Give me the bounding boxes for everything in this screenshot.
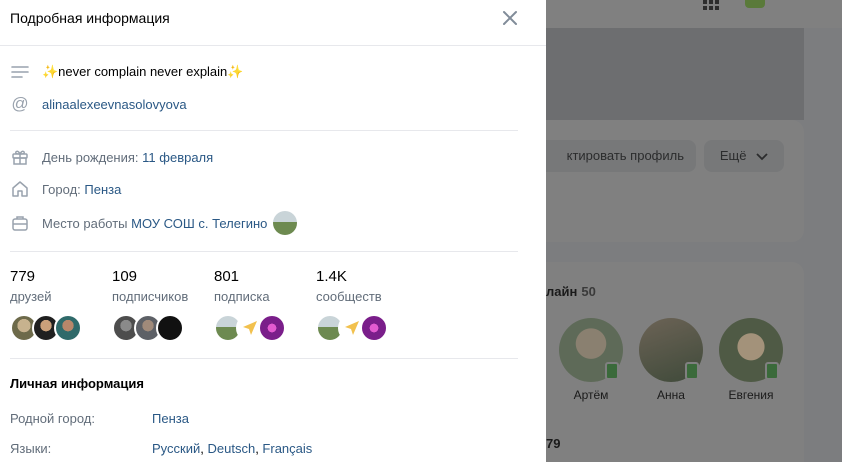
language-link[interactable]: Deutsch: [207, 441, 255, 456]
user-avatar[interactable]: [745, 0, 765, 8]
stat-avatars: [10, 314, 82, 342]
status-lines-icon: [11, 66, 29, 78]
briefcase-icon: [12, 216, 28, 231]
hometown-row: Родной город: Пенза: [10, 411, 530, 427]
send-arrow-icon: [243, 321, 257, 335]
avatar[interactable]: [156, 314, 184, 342]
send-arrow-icon: [345, 321, 359, 335]
username-row: @ alinaalexeevnasolovyova: [10, 94, 187, 114]
stat-avatars: [214, 314, 286, 342]
more-button-label: Ещё: [719, 148, 747, 163]
friend-item[interactable]: Анна: [638, 318, 704, 402]
work-avatar[interactable]: [273, 211, 298, 235]
work-value[interactable]: МОУ СОШ с. Телегино: [131, 216, 267, 231]
divider: [10, 130, 518, 131]
stat-communities[interactable]: 1.4K сообществ: [316, 268, 388, 342]
work-label: Место работы: [42, 215, 128, 231]
hometown-label: Родной город:: [10, 411, 95, 426]
more-button[interactable]: Ещё: [704, 140, 784, 172]
apps-grid-icon[interactable]: [703, 0, 721, 12]
stat-number: 109: [112, 268, 138, 285]
stat-number: 779: [10, 268, 36, 285]
stat-caption: подписчиков: [112, 289, 189, 304]
stat-friends[interactable]: 779 друзей: [10, 268, 82, 342]
details-modal: Подробная информация ✨never complain nev…: [0, 0, 546, 462]
username-link[interactable]: alinaalexeevnasolovyova: [42, 97, 187, 112]
avatar: [719, 318, 783, 382]
languages-value: Русский, Deutsch, Français: [152, 441, 312, 456]
at-icon: @: [11, 94, 29, 113]
divider: [10, 251, 518, 252]
work-row: Место работы МОУ СОШ с. Телегино: [10, 211, 298, 235]
edit-profile-button[interactable]: ктировать профиль: [528, 140, 696, 172]
avatar[interactable]: [360, 314, 388, 342]
stat-caption: друзей: [10, 289, 52, 304]
birthday-label: День рождения:: [42, 149, 139, 165]
friend-name: Евгения: [728, 388, 774, 402]
online-count: 50: [581, 284, 596, 299]
gift-icon: [12, 150, 28, 165]
avatar: [639, 318, 703, 382]
friend-name: Анна: [657, 388, 685, 402]
status-text: ✨never complain never explain✨: [42, 64, 244, 79]
city-value[interactable]: Пенза: [84, 182, 121, 197]
profile-cover: [546, 28, 804, 120]
divider: [10, 358, 518, 359]
friend-item[interactable]: Артём: [558, 318, 624, 402]
stat-subscriptions[interactable]: 801 подписка: [214, 268, 286, 342]
stat-avatars: [112, 314, 188, 342]
modal-title: Подробная информация: [10, 10, 170, 26]
avatar[interactable]: [258, 314, 286, 342]
home-icon: [12, 181, 28, 197]
language-link[interactable]: Français: [262, 441, 312, 456]
status-row: ✨never complain never explain✨: [10, 62, 243, 82]
chevron-down-icon: [756, 152, 768, 160]
friend-name: Артём: [573, 388, 609, 402]
personal-info-title: Личная информация: [10, 376, 144, 391]
language-link[interactable]: Русский: [152, 441, 200, 456]
friends-online-title: лайн 50: [546, 284, 596, 299]
stat-caption: подписка: [214, 289, 270, 304]
close-button[interactable]: [500, 8, 520, 28]
profile-card: [546, 120, 804, 242]
avatar[interactable]: [54, 314, 82, 342]
avatar: [559, 318, 623, 382]
languages-row: Языки: Русский, Deutsch, Français: [10, 441, 530, 457]
online-label: лайн: [546, 284, 578, 299]
friend-item[interactable]: Евгения: [718, 318, 784, 402]
stat-avatars: [316, 314, 388, 342]
stat-caption: сообществ: [316, 289, 382, 304]
city-label: Город:: [42, 181, 81, 197]
birthday-row: День рождения: 11 февраля: [10, 147, 213, 167]
stat-number: 1.4K: [316, 268, 347, 285]
modal-header: Подробная информация: [0, 0, 546, 46]
stat-number: 801: [214, 268, 240, 285]
hometown-value[interactable]: Пенза: [152, 411, 189, 426]
languages-label: Языки:: [10, 441, 52, 456]
city-row: Город: Пенза: [10, 179, 121, 199]
stat-followers[interactable]: 109 подписчиков: [112, 268, 188, 342]
birthday-value[interactable]: 11 февраля: [142, 150, 213, 165]
section-count: 79: [546, 436, 561, 451]
close-icon: [503, 11, 517, 25]
